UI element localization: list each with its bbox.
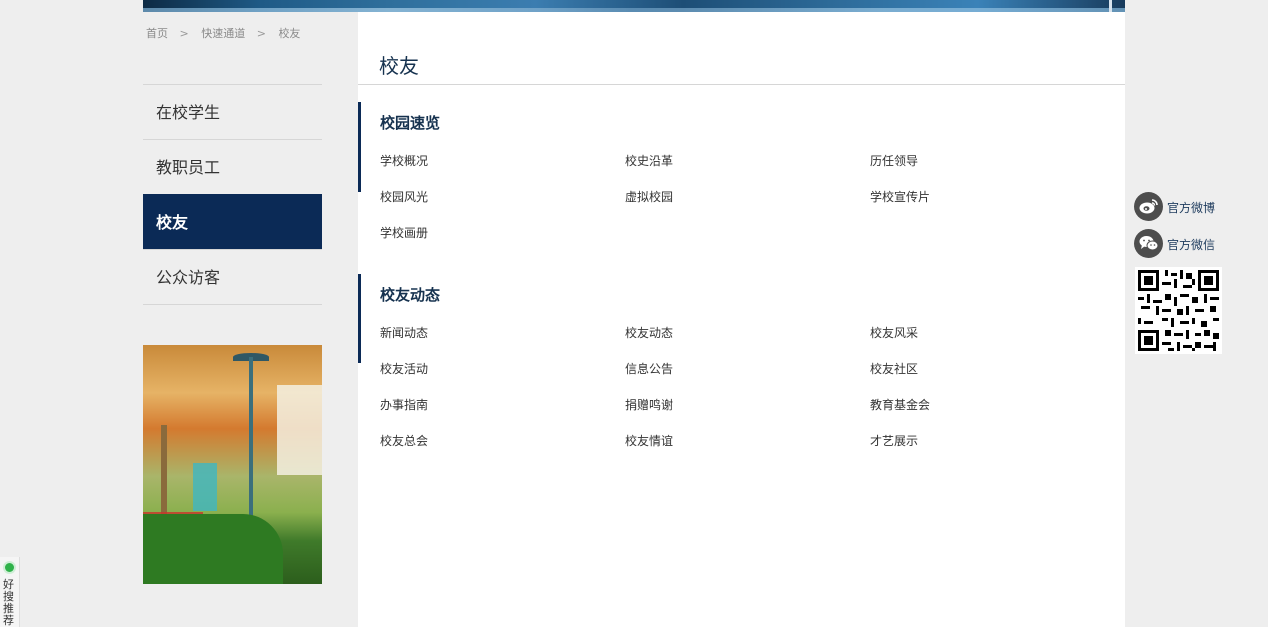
section-alumni-news: 校友动态 新闻动态 校友动态 校友风采 校友活动 信息公告 校友社区 办事指南 …	[358, 274, 1125, 474]
link-education-foundation[interactable]: 教育基金会	[870, 396, 930, 413]
title-divider	[358, 84, 1125, 85]
status-dot-icon	[5, 563, 14, 572]
link-news[interactable]: 新闻动态	[380, 324, 428, 341]
link-virtual-campus[interactable]: 虚拟校园	[625, 188, 673, 205]
link-talent-show[interactable]: 才艺展示	[870, 432, 918, 449]
qr-code-image	[1135, 267, 1222, 354]
link-service-guide[interactable]: 办事指南	[380, 396, 428, 413]
left-navigation: 在校学生 教职员工 校友 公众访客	[143, 84, 322, 305]
breadcrumb-current: 校友	[278, 27, 301, 40]
section-heading: 校友动态	[380, 286, 441, 304]
campus-autumn-photo	[143, 345, 322, 584]
section-heading: 校园速览	[380, 114, 441, 132]
page-title: 校友	[379, 54, 419, 78]
widget-label: 好搜推荐	[3, 578, 14, 627]
weibo-link[interactable]: 官方微博	[1134, 192, 1234, 222]
weibo-icon	[1134, 192, 1163, 221]
wechat-icon	[1134, 229, 1163, 258]
link-donation-thanks[interactable]: 捐赠鸣谢	[625, 396, 673, 413]
weibo-label: 官方微博	[1167, 201, 1216, 215]
wechat-label: 官方微信	[1167, 238, 1216, 252]
breadcrumb-separator: >	[179, 27, 189, 40]
link-campus-scenery[interactable]: 校园风光	[380, 188, 428, 205]
link-alumni-friendship[interactable]: 校友情谊	[625, 432, 673, 449]
link-alumni-community[interactable]: 校友社区	[870, 360, 918, 377]
nav-item-students[interactable]: 在校学生	[143, 84, 322, 139]
photo-lamp-pole	[249, 357, 253, 527]
nav-item-visitors[interactable]: 公众访客	[143, 249, 322, 304]
link-alumni-association[interactable]: 校友总会	[380, 432, 428, 449]
section-campus-overview: 校园速览 学校概况 校史沿革 历任领导 校园风光 虚拟校园 学校宣传片 学校画册	[358, 102, 1125, 240]
link-school-history[interactable]: 校史沿革	[625, 152, 673, 169]
link-alumni-profiles[interactable]: 校友风采	[870, 324, 918, 341]
page: 首页 > 快速通道 > 校友 在校学生 教职员工 校友 公众访客 校友 校园速览…	[0, 0, 1268, 627]
link-promo-video[interactable]: 学校宣传片	[870, 188, 930, 205]
nav-item-alumni[interactable]: 校友	[143, 194, 322, 249]
breadcrumb-separator: >	[256, 27, 266, 40]
link-school-overview[interactable]: 学校概况	[380, 152, 428, 169]
photo-hedge	[143, 514, 283, 584]
breadcrumb-home-link[interactable]: 首页	[146, 27, 168, 40]
section-accent-bar	[358, 102, 361, 192]
breadcrumb-channel-link[interactable]: 快速通道	[201, 27, 245, 40]
nav-item-staff[interactable]: 教职员工	[143, 139, 322, 194]
breadcrumb: 首页 > 快速通道 > 校友	[146, 25, 308, 41]
section-accent-bar	[358, 274, 361, 363]
link-alumni-events[interactable]: 校友活动	[380, 360, 428, 377]
wechat-link[interactable]: 官方微信	[1134, 229, 1234, 259]
banner-tower	[1109, 0, 1112, 12]
link-school-album[interactable]: 学校画册	[380, 224, 428, 241]
link-past-leaders[interactable]: 历任领导	[870, 152, 918, 169]
social-float: 官方微博 官方微信	[1134, 192, 1234, 266]
photo-sky	[277, 385, 322, 475]
link-announcements[interactable]: 信息公告	[625, 360, 673, 377]
photo-sign	[193, 463, 217, 511]
link-alumni-news[interactable]: 校友动态	[625, 324, 673, 341]
haosou-recommend-widget[interactable]: 好搜推荐	[0, 557, 20, 627]
header-banner-image	[143, 0, 1125, 12]
main-content-panel: 校友 校园速览 学校概况 校史沿革 历任领导 校园风光 虚拟校园 学校宣传片 学…	[358, 12, 1125, 627]
